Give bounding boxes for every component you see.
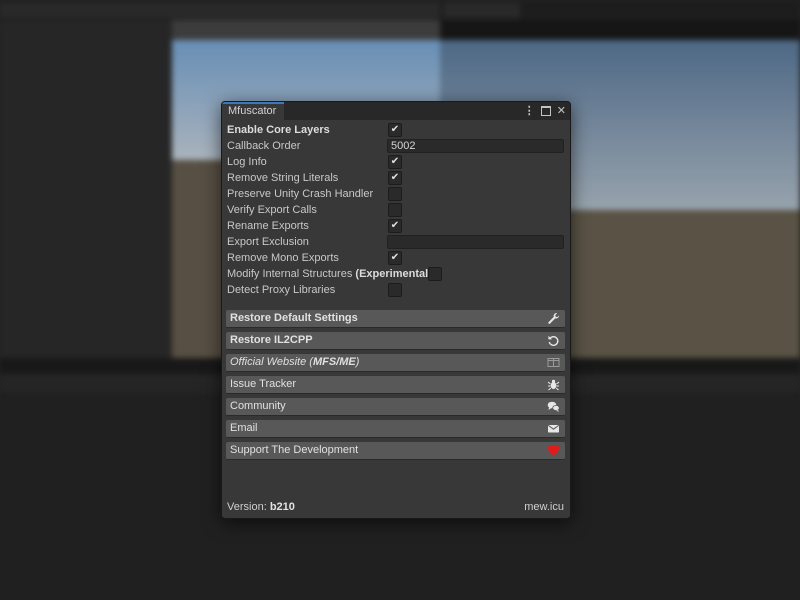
- setting-label-text: Detect Proxy Libraries: [227, 284, 336, 296]
- setting-label-text: Callback Order: [227, 140, 301, 152]
- button-label-text: Official Website (: [230, 356, 313, 368]
- button-label-end: ): [355, 356, 360, 368]
- heart-icon: [547, 444, 560, 457]
- setting-checkbox[interactable]: [428, 267, 442, 281]
- checkmark-icon: ✔: [390, 172, 400, 183]
- button-label: Support The Development: [230, 442, 358, 459]
- setting-row: Enable Core Layers ✔: [226, 122, 566, 138]
- website-icon: [547, 356, 560, 369]
- setting-checkbox[interactable]: ✔: [388, 219, 402, 233]
- setting-label: Rename Exports: [227, 218, 309, 234]
- email-icon: [547, 422, 560, 435]
- support-the-development-button[interactable]: Support The Development: [226, 442, 565, 460]
- email-button[interactable]: Email: [226, 420, 565, 438]
- setting-checkbox[interactable]: ✔: [388, 155, 402, 169]
- setting-label: Log Info: [227, 154, 267, 170]
- setting-checkbox[interactable]: ✔: [388, 251, 402, 265]
- setting-label-text: Modify Internal Structures: [227, 268, 353, 280]
- setting-row: Callback Order 5002: [226, 138, 566, 154]
- setting-label-text: Remove String Literals: [227, 172, 339, 184]
- setting-row: Rename Exports ✔: [226, 218, 566, 234]
- wrench-icon: [547, 312, 560, 325]
- setting-label: Preserve Unity Crash Handler: [227, 186, 373, 202]
- checkmark-icon: ✔: [390, 156, 400, 167]
- setting-row: Log Info ✔: [226, 154, 566, 170]
- action-buttons: Restore Default Settings Restore IL2CPP Of…: [226, 310, 566, 464]
- checkmark-icon: ✔: [390, 252, 400, 263]
- close-icon[interactable]: ✕: [557, 104, 566, 118]
- menu-icon[interactable]: ⋮: [524, 104, 535, 118]
- restore-icon: [547, 334, 560, 347]
- button-label-text: Community: [230, 400, 286, 412]
- setting-checkbox[interactable]: [388, 187, 402, 201]
- setting-text-field[interactable]: [387, 235, 564, 249]
- window-controls: ⋮ ✕: [524, 104, 566, 118]
- button-label-text: Support The Development: [230, 444, 359, 456]
- setting-label-text: Log Info: [227, 156, 267, 168]
- version-text: Version: b210: [227, 501, 295, 513]
- restore-default-settings-button[interactable]: Restore Default Settings: [226, 310, 565, 328]
- setting-label-text: Export Exclusion: [227, 236, 309, 248]
- setting-row: Remove Mono Exports ✔: [226, 250, 566, 266]
- setting-label: Remove String Literals: [227, 170, 338, 186]
- setting-label: Modify Internal Structures (Experimental…: [227, 266, 432, 282]
- window-title-tab[interactable]: Mfuscator: [222, 102, 285, 120]
- setting-label-text: Remove Mono Exports: [227, 252, 339, 264]
- setting-row: Preserve Unity Crash Handler: [226, 186, 566, 202]
- settings-list: Enable Core Layers ✔ Callback Order 5002 Log…: [226, 122, 566, 298]
- button-label: Restore Default Settings: [230, 310, 358, 327]
- version-label: Version:: [227, 501, 267, 513]
- setting-label-text: Preserve Unity Crash Handler: [227, 188, 374, 200]
- setting-row: Verify Export Calls: [226, 202, 566, 218]
- setting-text-field[interactable]: 5002: [387, 139, 564, 153]
- maximize-icon[interactable]: [540, 106, 551, 116]
- setting-label: Verify Export Calls: [227, 202, 317, 218]
- button-label: Issue Tracker: [230, 376, 296, 393]
- setting-checkbox[interactable]: [388, 203, 402, 217]
- setting-label-text: Rename Exports: [227, 220, 309, 232]
- setting-row: Modify Internal Structures (Experimental…: [226, 266, 566, 282]
- setting-row: Detect Proxy Libraries: [226, 282, 566, 298]
- setting-label: Enable Core Layers: [227, 122, 330, 138]
- experimental-tag: (Experimental): [355, 268, 432, 280]
- checkmark-icon: ✔: [390, 220, 400, 231]
- button-label-text: Restore IL2CPP: [230, 334, 313, 346]
- chat-icon: [547, 400, 560, 413]
- bug-icon: [547, 378, 560, 391]
- setting-label-text: Enable Core Layers: [227, 124, 330, 136]
- button-label-text: Restore Default Settings: [230, 312, 358, 324]
- checkmark-icon: ✔: [390, 124, 400, 135]
- setting-checkbox[interactable]: ✔: [388, 123, 402, 137]
- window-titlebar[interactable]: Mfuscator ⋮ ✕: [222, 102, 570, 120]
- setting-checkbox[interactable]: ✔: [388, 171, 402, 185]
- setting-label-text: Verify Export Calls: [227, 204, 317, 216]
- version-value: b210: [269, 501, 295, 513]
- setting-row: Remove String Literals ✔: [226, 170, 566, 186]
- button-label: Community: [230, 398, 286, 415]
- button-label: Restore IL2CPP: [230, 332, 313, 349]
- setting-label: Callback Order: [227, 138, 300, 154]
- setting-label: Remove Mono Exports: [227, 250, 339, 266]
- issue-tracker-button[interactable]: Issue Tracker: [226, 376, 565, 394]
- button-label-text: Issue Tracker: [230, 378, 297, 390]
- setting-checkbox[interactable]: [388, 283, 402, 297]
- button-label: Email: [230, 420, 258, 437]
- mfuscator-window: Mfuscator ⋮ ✕ Enable Core Layers ✔ Callbac…: [221, 101, 571, 519]
- button-label-bold: MFS/ME: [312, 356, 356, 368]
- site-text: mew.icu: [524, 501, 564, 513]
- setting-label: Export Exclusion: [227, 234, 309, 250]
- restore-il2cpp-button[interactable]: Restore IL2CPP: [226, 332, 565, 350]
- official-website-button[interactable]: Official Website (MFS/ME): [226, 354, 565, 372]
- community-button[interactable]: Community: [226, 398, 565, 416]
- button-label: Official Website (MFS/ME): [230, 354, 359, 371]
- setting-row: Export Exclusion: [226, 234, 566, 250]
- setting-label: Detect Proxy Libraries: [227, 282, 335, 298]
- button-label-text: Email: [230, 422, 258, 434]
